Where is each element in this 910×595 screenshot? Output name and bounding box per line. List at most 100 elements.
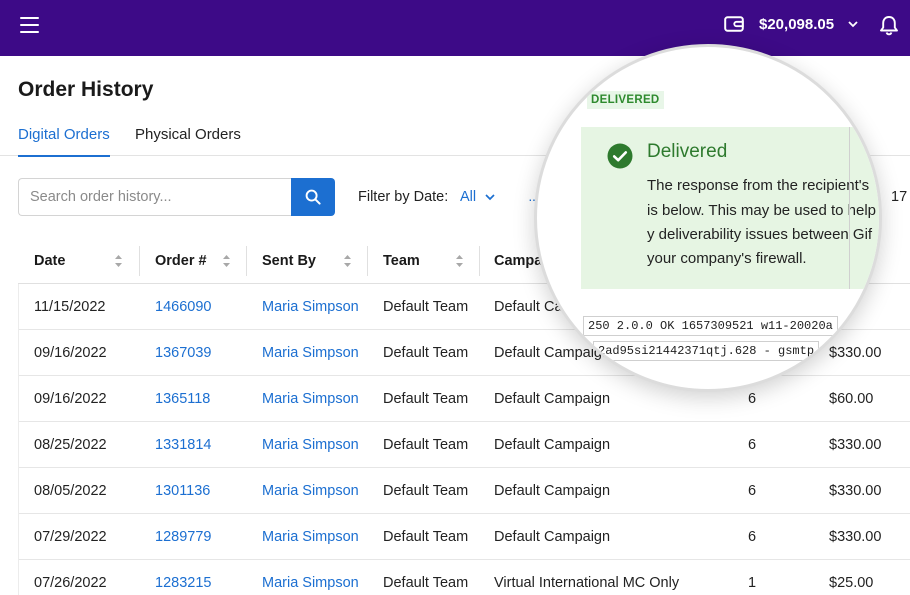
- cell-amount: $330.00: [829, 345, 882, 361]
- delivery-detail-magnifier: DELIVERED Delivered The response from th…: [534, 44, 882, 392]
- cell-campaign: Default Campaign: [494, 437, 611, 453]
- cell-team: Default Team: [383, 345, 469, 361]
- table-row[interactable]: 07/26/2022 1283215 Maria Simpson Default Te…: [18, 560, 910, 595]
- sort-icon[interactable]: [222, 254, 231, 268]
- cell-amount: $330.00: [829, 437, 882, 453]
- cell-campaign: Default Campaign: [494, 529, 611, 545]
- cell-date: 09/16/2022: [34, 345, 107, 361]
- top-bar: $20,098.05: [0, 0, 910, 56]
- wallet-icon: [724, 16, 744, 32]
- tab-digital-orders[interactable]: Digital Orders: [18, 126, 110, 157]
- check-circle-icon: [607, 143, 633, 169]
- chevron-down-icon[interactable]: [848, 20, 858, 28]
- column-separator: [479, 246, 480, 276]
- table-row[interactable]: 09/16/2022 1365118 Maria Simpson Default Te…: [18, 376, 910, 422]
- cell-quantity: 6: [748, 437, 757, 453]
- column-header-order[interactable]: Order #: [155, 238, 207, 284]
- smtp-response-line: 2ad95si21442371qtj.628 - gsmtp: [593, 341, 820, 361]
- sent-by-link[interactable]: Maria Simpson: [262, 284, 359, 330]
- cell-date: 07/29/2022: [34, 529, 107, 545]
- search-icon: [305, 189, 321, 205]
- row-border: [18, 330, 19, 376]
- page-title: Order History: [18, 78, 154, 101]
- row-border: [18, 376, 19, 422]
- filter-by-date-label: Filter by Date:: [358, 189, 449, 205]
- wallet-amount: $20,098.05: [759, 15, 835, 33]
- cell-quantity: 6: [748, 483, 757, 499]
- cell-team: Default Team: [383, 391, 469, 407]
- delivered-message-line: y deliverability issues between Gif: [647, 226, 873, 243]
- cell-campaign: Default Campaign: [494, 483, 611, 499]
- sent-by-link[interactable]: Maria Simpson: [262, 330, 359, 376]
- sent-by-link[interactable]: Maria Simpson: [262, 468, 359, 514]
- smtp-response-line: 250 2.0.0 OK 1657309521 w11-20020a: [583, 316, 838, 336]
- cell-amount: $25.00: [829, 575, 874, 591]
- cell-team: Default Team: [383, 483, 469, 499]
- column-header-date[interactable]: Date: [34, 238, 65, 284]
- column-separator: [246, 246, 247, 276]
- sort-icon[interactable]: [455, 254, 464, 268]
- column-header-label: Date: [34, 253, 66, 269]
- delivered-panel: Delivered The response from the recipien…: [581, 127, 879, 289]
- order-number-link[interactable]: 1367039: [155, 330, 211, 376]
- column-separator: [139, 246, 140, 276]
- order-number-link[interactable]: 1289779: [155, 514, 211, 560]
- table-row[interactable]: 08/05/2022 1301136 Maria Simpson Default Te…: [18, 468, 910, 514]
- cell-amount: $60.00: [829, 391, 874, 407]
- sort-icon[interactable]: [114, 254, 123, 268]
- notification-bell-icon[interactable]: [879, 15, 899, 36]
- cell-amount: $330.00: [829, 483, 882, 499]
- row-border: [18, 468, 19, 514]
- column-separator: [849, 127, 850, 289]
- cell-team: Default Team: [383, 299, 469, 315]
- wallet-balance[interactable]: $20,098.05: [724, 15, 858, 33]
- cell-date: 08/25/2022: [34, 437, 107, 453]
- sort-icon[interactable]: [343, 254, 352, 268]
- cell-date: 11/15/2022: [34, 299, 106, 315]
- date-filter-dropdown[interactable]: All: [460, 189, 495, 205]
- cell-date: 09/16/2022: [34, 391, 107, 407]
- column-header-label: Sent By: [262, 253, 316, 269]
- cell-team: Default Team: [383, 529, 469, 545]
- column-separator: [367, 246, 368, 276]
- order-number-link[interactable]: 1365118: [155, 376, 210, 422]
- order-number-link[interactable]: 1301136: [155, 468, 210, 514]
- cell-team: Default Team: [383, 437, 469, 453]
- order-number-link[interactable]: 1466090: [155, 284, 211, 330]
- search-button[interactable]: [291, 178, 335, 216]
- sent-by-link[interactable]: Maria Simpson: [262, 422, 359, 468]
- table-row[interactable]: 08/25/2022 1331814 Maria Simpson Default Te…: [18, 422, 910, 468]
- order-number-link[interactable]: 1331814: [155, 422, 211, 468]
- cell-quantity: 6: [748, 529, 757, 545]
- order-number-link[interactable]: 1283215: [155, 560, 211, 595]
- chevron-down-icon: [485, 193, 495, 200]
- tab-physical-orders[interactable]: Physical Orders: [135, 126, 241, 143]
- column-header-team[interactable]: Team: [383, 238, 420, 284]
- sent-by-link[interactable]: Maria Simpson: [262, 514, 359, 560]
- sent-by-link[interactable]: Maria Simpson: [262, 560, 359, 595]
- table-row[interactable]: 07/29/2022 1289779 Maria Simpson Default Te…: [18, 514, 910, 560]
- row-border: [18, 560, 19, 595]
- delivered-message-line: The response from the recipient's: [647, 177, 870, 194]
- column-header-label: Team: [383, 253, 420, 269]
- sent-by-link[interactable]: Maria Simpson: [262, 376, 359, 422]
- column-header-sent-by[interactable]: Sent By: [262, 238, 316, 284]
- column-header-label: Order #: [155, 253, 207, 269]
- cell-campaign: Virtual International MC Only: [494, 575, 680, 591]
- result-count: 17: [891, 189, 908, 205]
- delivered-title: Delivered: [647, 141, 728, 162]
- row-border: [18, 422, 19, 468]
- cell-date: 08/05/2022: [34, 483, 107, 499]
- row-border: [18, 514, 19, 560]
- delivered-message-line: your company's firewall.: [647, 250, 807, 267]
- status-badge: DELIVERED: [587, 91, 664, 109]
- cell-date: 07/26/2022: [34, 575, 107, 591]
- delivered-message-line: is below. This may be used to help: [647, 202, 877, 219]
- search-input[interactable]: [18, 178, 292, 216]
- row-border: [18, 284, 19, 330]
- date-filter-value: All: [460, 189, 477, 205]
- menu-icon[interactable]: [20, 17, 39, 34]
- cell-quantity: 1: [748, 575, 757, 591]
- cell-team: Default Team: [383, 575, 469, 591]
- cell-campaign: Default Campaign: [494, 391, 611, 407]
